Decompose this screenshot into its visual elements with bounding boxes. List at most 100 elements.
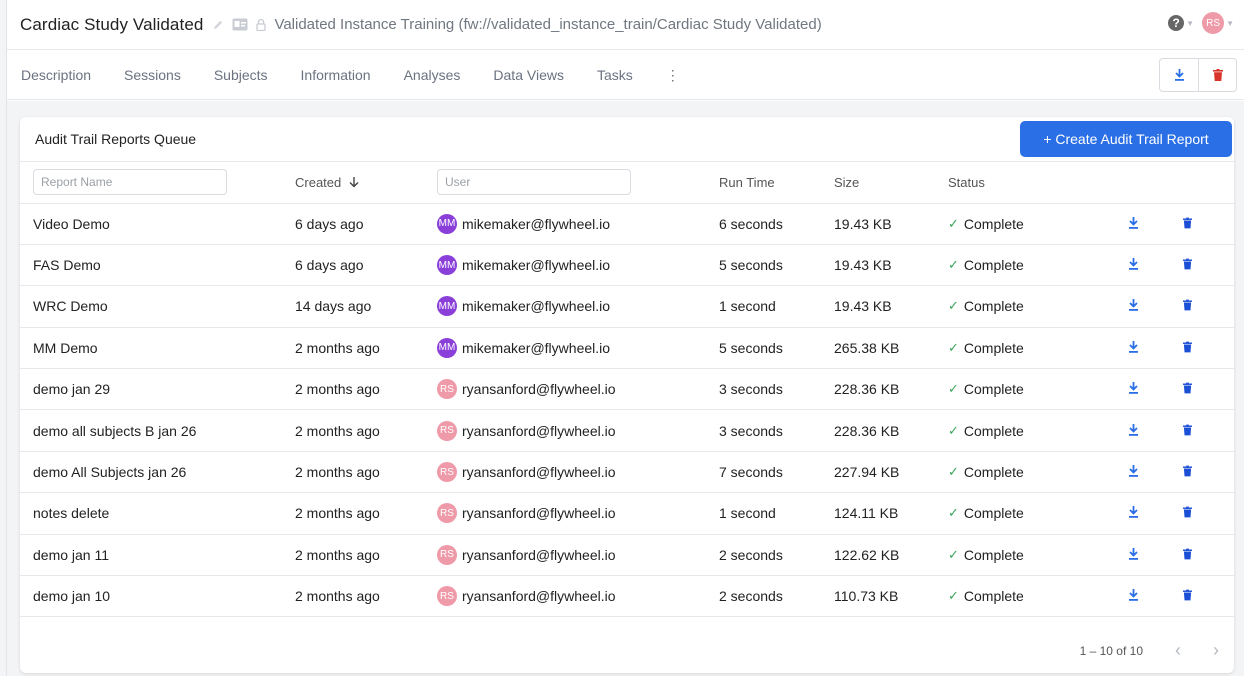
user-filter[interactable] — [437, 169, 631, 196]
user-cell: RS ryansanford@flywheel.io — [437, 379, 719, 400]
table-row[interactable]: demo All Subjects jan 26 2 months ago RS ry… — [20, 451, 1234, 494]
table-row[interactable]: demo jan 29 2 months ago RS ryansanford@fly… — [20, 368, 1234, 411]
download-icon[interactable] — [1126, 257, 1140, 271]
download-icon[interactable] — [1126, 423, 1140, 437]
help-icon[interactable]: ? — [1168, 15, 1185, 31]
chevron-down-icon: ▼ — [1226, 18, 1234, 28]
download-icon[interactable] — [1126, 547, 1140, 561]
table-row[interactable]: Video Demo 6 days ago MM mikemaker@flywheel… — [20, 203, 1234, 245]
delete-button[interactable] — [1198, 59, 1236, 91]
tab-analyses[interactable]: Analyses — [404, 67, 461, 83]
file-size: 228.36 KB — [834, 368, 948, 411]
chevron-right-icon[interactable]: › — [1213, 640, 1219, 661]
tab-sessions[interactable]: Sessions — [124, 67, 181, 83]
report-name-filter[interactable] — [33, 169, 227, 196]
download-icon[interactable] — [1126, 216, 1140, 230]
status-text: Complete — [963, 339, 1024, 356]
tab-data-views[interactable]: Data Views — [493, 67, 564, 83]
created-date: 6 days ago — [295, 244, 437, 287]
created-date: 2 months ago — [295, 409, 437, 452]
status-badge: ✓ Complete — [948, 464, 1126, 480]
created-date: 2 months ago — [295, 327, 437, 370]
table-row[interactable]: demo jan 11 2 months ago RS ryansanford@fly… — [20, 534, 1234, 577]
tab-description[interactable]: Description — [21, 67, 91, 83]
status-badge: ✓ Complete — [948, 381, 1126, 397]
trash-icon[interactable] — [1180, 464, 1194, 478]
report-name: demo jan 10 — [20, 575, 295, 618]
table-row[interactable]: demo all subjects B jan 26 2 months ago RS… — [20, 409, 1234, 452]
table-row[interactable]: MM Demo 2 months ago MM mikemaker@flywheel.… — [20, 327, 1234, 370]
user-email: ryansanford@flywheel.io — [462, 422, 616, 439]
file-size: 265.38 KB — [834, 327, 948, 370]
trash-icon[interactable] — [1180, 257, 1194, 271]
created-date: 2 months ago — [295, 534, 437, 577]
app-frame: Cardiac Study Validated Validated Instan… — [6, 0, 1244, 676]
trash-icon[interactable] — [1180, 423, 1194, 437]
run-time: 1 second — [719, 492, 834, 535]
avatar[interactable]: RS — [1202, 12, 1225, 34]
trash-icon[interactable] — [1180, 547, 1194, 561]
run-time: 2 seconds — [719, 575, 834, 618]
pencil-icon[interactable] — [213, 19, 224, 30]
status-text: Complete — [963, 505, 1024, 522]
download-icon[interactable] — [1126, 505, 1140, 519]
tab-subjects[interactable]: Subjects — [214, 67, 268, 83]
created-date: 2 months ago — [295, 368, 437, 411]
audit-reports-table: Created Run Time Size Status Video Demo6… — [20, 162, 1234, 618]
avatar: RS — [437, 462, 457, 483]
table-row[interactable]: WRC Demo 14 days ago MM mikemaker@flywheel.… — [20, 285, 1234, 328]
tab-tasks[interactable]: Tasks — [597, 67, 633, 83]
download-icon[interactable] — [1126, 464, 1140, 478]
chevron-left-icon[interactable]: ‹ — [1175, 640, 1181, 661]
status-badge: ✓ Complete — [948, 588, 1126, 604]
table-row[interactable]: notes delete 2 months ago RS ryansanford@fl… — [20, 492, 1234, 535]
tab-information[interactable]: Information — [301, 67, 371, 83]
user-email: mikemaker@flywheel.io — [462, 298, 611, 315]
status-badge: ✓ Complete — [948, 216, 1126, 232]
run-time: 6 seconds — [719, 203, 834, 245]
table-row[interactable]: demo jan 10 2 months ago RS ryansanford@fly… — [20, 575, 1234, 618]
user-menu[interactable]: RS ▼ — [1202, 12, 1234, 34]
card-title: Audit Trail Reports Queue — [35, 131, 197, 147]
run-time: 1 second — [719, 285, 834, 328]
check-icon: ✓ — [948, 298, 959, 314]
trash-icon[interactable] — [1180, 216, 1194, 230]
file-size: 19.43 KB — [834, 203, 948, 245]
user-email: mikemaker@flywheel.io — [462, 339, 611, 356]
table-row[interactable]: FAS Demo 6 days ago MM mikemaker@flywheel.i… — [20, 244, 1234, 287]
size-column-header[interactable]: Size — [834, 162, 948, 204]
trash-icon[interactable] — [1180, 505, 1194, 519]
download-icon[interactable] — [1126, 381, 1140, 395]
runtime-column-header[interactable]: Run Time — [719, 162, 834, 204]
download-icon[interactable] — [1126, 340, 1140, 354]
status-column-header[interactable]: Status — [948, 162, 1126, 204]
sort-down-icon — [349, 176, 359, 188]
download-icon — [1174, 69, 1184, 81]
created-column-header[interactable]: Created — [295, 162, 437, 204]
report-name: WRC Demo — [20, 285, 295, 328]
project-title: Cardiac Study Validated — [20, 14, 204, 34]
trash-icon[interactable] — [1180, 298, 1194, 312]
create-audit-trail-report-button[interactable]: + Create Audit Trail Report — [1020, 121, 1232, 157]
trash-icon[interactable] — [1180, 381, 1194, 395]
report-name: MM Demo — [20, 327, 295, 370]
user-cell: MM mikemaker@flywheel.io — [437, 337, 719, 358]
help-menu[interactable]: ? ▼ — [1168, 15, 1194, 31]
report-name: FAS Demo — [20, 244, 295, 287]
id-card-icon[interactable] — [232, 18, 248, 31]
trash-icon[interactable] — [1180, 588, 1194, 602]
status-badge: ✓ Complete — [948, 340, 1126, 356]
download-icon[interactable] — [1126, 588, 1140, 602]
user-email: ryansanford@flywheel.io — [462, 588, 616, 605]
trash-icon[interactable] — [1180, 340, 1194, 354]
download-icon[interactable] — [1126, 298, 1140, 312]
pagination-range: 1 – 10 of 10 — [1079, 643, 1143, 658]
report-name: demo jan 29 — [20, 368, 295, 411]
user-cell: MM mikemaker@flywheel.io — [437, 255, 719, 276]
download-button[interactable] — [1160, 59, 1198, 91]
run-time: 3 seconds — [719, 409, 834, 452]
more-vertical-icon[interactable]: ⋮ — [666, 67, 680, 84]
user-cell: RS ryansanford@flywheel.io — [437, 462, 719, 483]
run-time: 3 seconds — [719, 368, 834, 411]
audit-trail-card: Audit Trail Reports Queue + Create Audit… — [20, 117, 1234, 673]
